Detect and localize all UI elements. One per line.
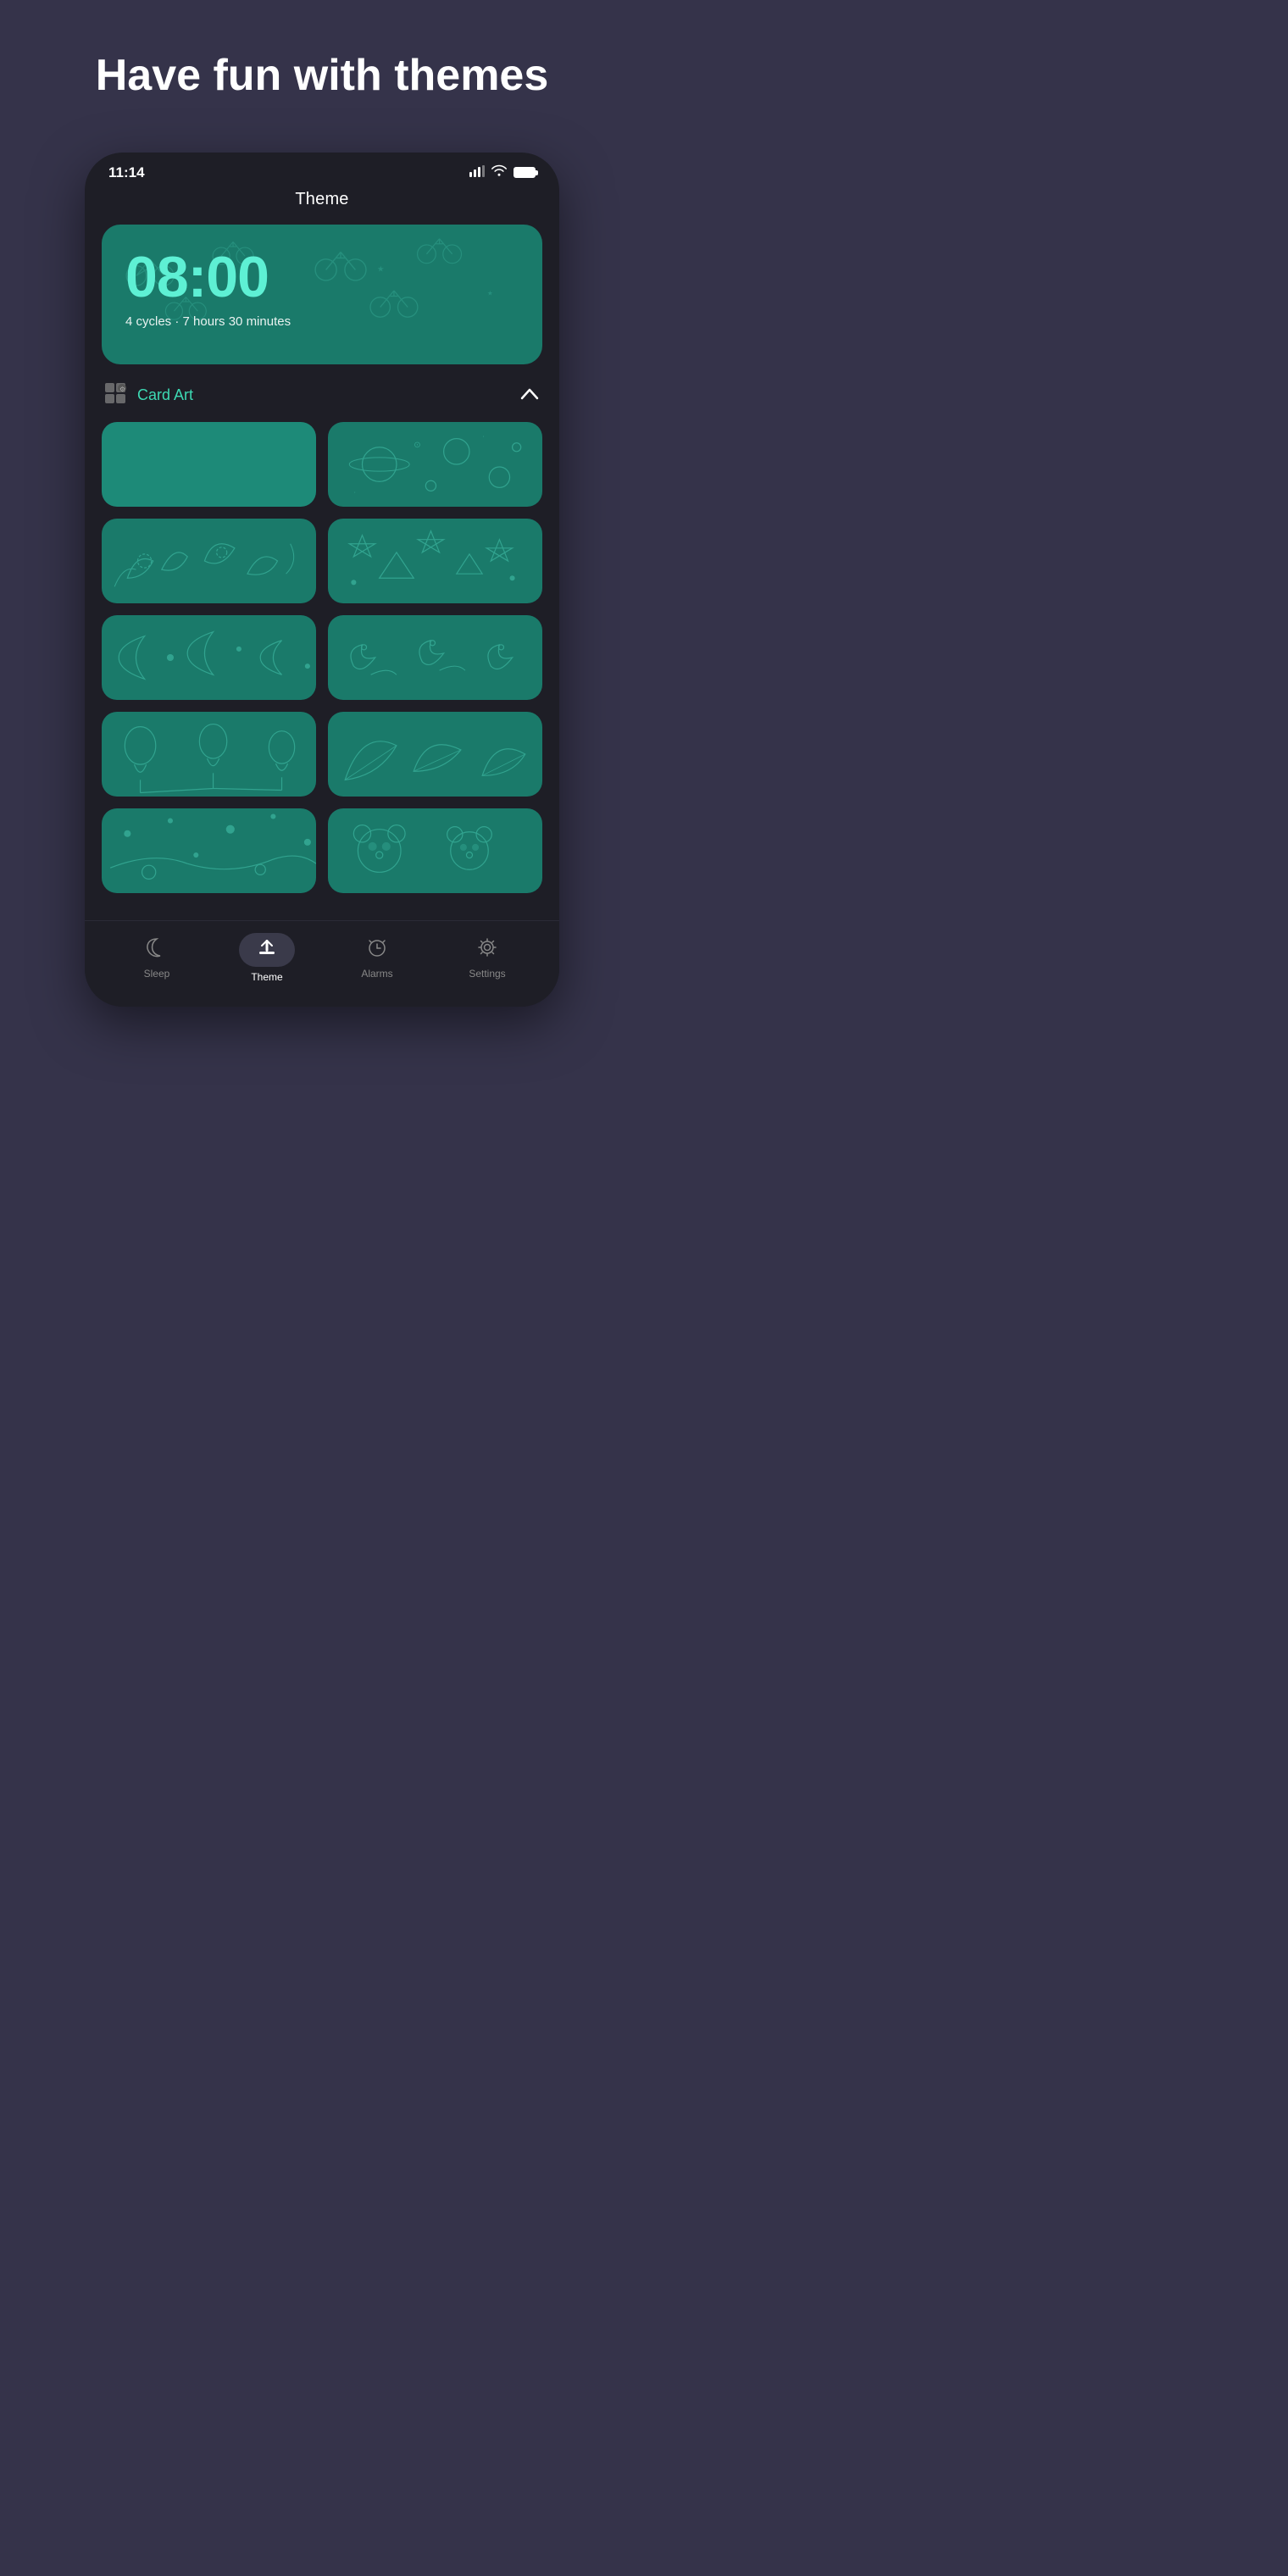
signal-icon xyxy=(469,165,485,180)
nav-label-settings: Settings xyxy=(469,968,505,980)
nav-label-theme: Theme xyxy=(251,971,282,983)
bottom-nav: Sleep Theme Al xyxy=(85,920,559,1007)
svg-text:·: · xyxy=(482,432,485,440)
alarms-icon xyxy=(366,936,388,963)
card-thumb-leaf[interactable] xyxy=(328,712,542,797)
nav-item-sleep[interactable]: Sleep xyxy=(102,936,212,980)
status-bar: 11:14 xyxy=(85,153,559,190)
screen-content: Theme xyxy=(85,190,559,907)
nav-label-sleep: Sleep xyxy=(144,968,170,980)
card-thumb-stars[interactable] xyxy=(328,519,542,603)
card-thumb-moon[interactable] xyxy=(102,615,316,700)
card-thumb-animals[interactable] xyxy=(328,615,542,700)
card-thumb-plain[interactable] xyxy=(102,422,316,507)
status-time: 11:14 xyxy=(108,164,145,181)
wifi-icon xyxy=(491,164,507,180)
card-thumb-space[interactable]: ⊙ · · xyxy=(328,422,542,507)
alarm-time: 08:00 xyxy=(125,248,519,306)
card-art-label: Card Art xyxy=(137,386,193,404)
svg-text:⚙: ⚙ xyxy=(119,386,125,393)
screen-title: Theme xyxy=(102,190,542,209)
nav-item-theme[interactable]: Theme xyxy=(212,933,322,983)
svg-text:⊙: ⊙ xyxy=(414,441,420,450)
sleep-icon xyxy=(146,936,168,963)
card-art-left-group: ⚙ Card Art xyxy=(105,383,193,408)
hero-title: Have fun with themes xyxy=(64,51,580,102)
card-art-grid: ⊙ · · xyxy=(102,422,542,907)
card-thumb-night[interactable] xyxy=(102,808,316,893)
card-art-icon: ⚙ xyxy=(105,383,127,408)
nav-item-settings[interactable]: Settings xyxy=(432,936,542,980)
phone-mockup: 11:14 Theme xyxy=(85,153,559,1007)
status-icons xyxy=(469,164,536,180)
alarm-card[interactable]: ★ ★ ★ xyxy=(102,225,542,364)
card-thumb-balloon[interactable] xyxy=(102,712,316,797)
nav-label-alarms: Alarms xyxy=(361,968,392,980)
chevron-up-icon xyxy=(520,386,539,405)
alarm-subtitle: 4 cycles · 7 hours 30 minutes xyxy=(125,314,519,329)
card-thumb-panda[interactable] xyxy=(328,808,542,893)
theme-icon xyxy=(239,933,295,967)
settings-icon xyxy=(476,936,498,963)
svg-text:·: · xyxy=(353,488,356,496)
battery-icon xyxy=(514,167,536,178)
card-art-header[interactable]: ⚙ Card Art xyxy=(102,383,542,408)
card-thumb-floral[interactable] xyxy=(102,519,316,603)
nav-item-alarms[interactable]: Alarms xyxy=(322,936,432,980)
